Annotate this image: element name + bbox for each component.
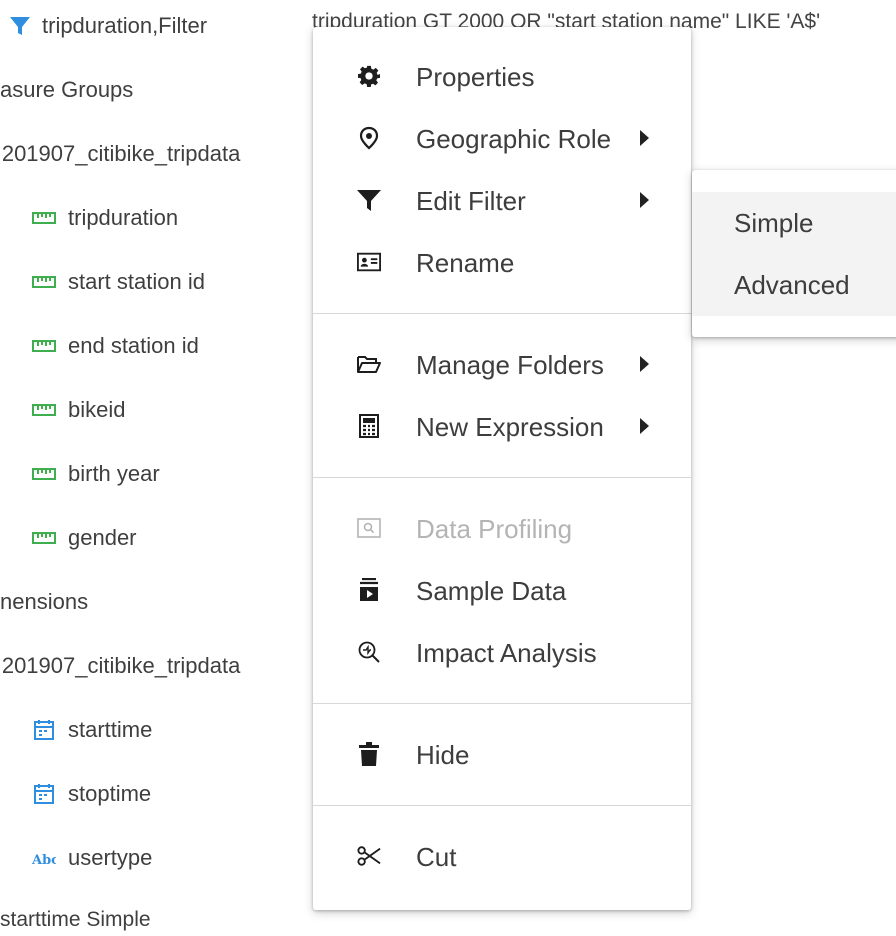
edit-filter-submenu: Simple Advanced <box>692 170 896 337</box>
dimensions-label: nensions <box>0 589 89 614</box>
ruler-icon <box>32 398 56 422</box>
filter-icon <box>8 14 32 38</box>
gear-icon <box>357 64 381 88</box>
menu-item-label: Manage Folders <box>416 350 604 380</box>
svg-text:Abc: Abc <box>32 853 56 866</box>
submenu-arrow-icon <box>640 418 649 434</box>
menu-item-edit-filter[interactable]: Edit Filter <box>313 173 691 227</box>
tree-partial-row[interactable]: starttime Simple <box>0 904 151 936</box>
tree-measure-table[interactable]: 201907_citibike_tripdata <box>0 138 241 170</box>
measure-label: gender <box>68 525 137 550</box>
tree-dimension-table[interactable]: 201907_citibike_tripdata <box>0 650 241 682</box>
menu-item-label: Impact Analysis <box>416 638 597 668</box>
submenu-arrow-icon <box>640 192 649 208</box>
measure-label: tripduration <box>68 205 179 230</box>
profiling-icon <box>357 516 381 540</box>
menu-item-data-profiling[interactable]: Data Profiling <box>313 501 691 555</box>
context-menu: Properties Geographic Role Edit Filter R… <box>313 27 691 910</box>
menu-item-label: Edit Filter <box>416 186 526 216</box>
menu-divider <box>313 477 691 478</box>
ruler-icon <box>32 270 56 294</box>
menu-item-cut[interactable]: Cut <box>313 829 691 883</box>
id-card-icon <box>357 250 381 274</box>
menu-item-label: Data Profiling <box>416 514 573 544</box>
menu-item-label: Rename <box>416 248 515 278</box>
submenu-arrow-icon <box>640 130 649 146</box>
partial-row-label: starttime Simple <box>0 908 151 931</box>
menu-item-new-expression[interactable]: New Expression <box>313 399 691 453</box>
ruler-icon <box>32 526 56 550</box>
text-type-icon: Abc <box>32 846 56 870</box>
measure-label: birth year <box>68 461 160 486</box>
measure-label: end station id <box>68 333 199 358</box>
zoom-analysis-icon <box>357 640 381 664</box>
tree-dimension-item[interactable]: Abc usertype <box>32 842 152 874</box>
menu-item-geographic-role[interactable]: Geographic Role <box>313 111 691 165</box>
menu-item-properties[interactable]: Properties <box>313 49 691 103</box>
tree-measure-item[interactable]: gender <box>32 522 137 554</box>
trash-icon <box>357 742 381 766</box>
menu-item-label: Properties <box>416 62 535 92</box>
tree-measure-item[interactable]: start station id <box>32 266 205 298</box>
menu-item-label: Hide <box>416 740 470 770</box>
submenu-item-advanced[interactable]: Advanced <box>692 254 896 316</box>
dimension-label: usertype <box>68 845 153 870</box>
map-pin-icon <box>357 126 381 150</box>
menu-item-manage-folders[interactable]: Manage Folders <box>313 337 691 391</box>
ruler-icon <box>32 206 56 230</box>
menu-item-hide[interactable]: Hide <box>313 727 691 781</box>
filter-row-label: tripduration,Filter <box>42 13 208 38</box>
tree-measure-item[interactable]: end station id <box>32 330 199 362</box>
menu-item-sample-data[interactable]: Sample Data <box>313 563 691 617</box>
ruler-icon <box>32 462 56 486</box>
submenu-item-label: Advanced <box>734 270 850 300</box>
menu-item-label: Sample Data <box>416 576 567 606</box>
submenu-item-label: Simple <box>734 208 814 238</box>
tree-measure-item[interactable]: birth year <box>32 458 160 490</box>
menu-divider <box>313 703 691 704</box>
submenu-item-simple[interactable]: Simple <box>692 192 896 254</box>
menu-item-impact-analysis[interactable]: Impact Analysis <box>313 625 691 679</box>
menu-divider <box>313 313 691 314</box>
menu-item-label: New Expression <box>416 412 604 442</box>
folder-open-icon <box>357 352 381 376</box>
tree-measure-item[interactable]: tripduration <box>32 202 178 234</box>
scissors-icon <box>357 844 381 868</box>
menu-item-label: Cut <box>416 842 457 872</box>
sample-data-icon <box>357 578 381 602</box>
submenu-arrow-icon <box>640 356 649 372</box>
dimension-table-label: 201907_citibike_tripdata <box>0 653 241 678</box>
measure-label: bikeid <box>68 397 126 422</box>
menu-divider <box>313 805 691 806</box>
menu-item-label: Geographic Role <box>416 124 612 154</box>
dimension-label: stoptime <box>68 781 152 806</box>
tree-filter-row[interactable]: tripduration,Filter <box>8 10 207 42</box>
tree-dimension-item[interactable]: stoptime <box>32 778 151 810</box>
tree-dimensions[interactable]: nensions <box>0 586 88 618</box>
measure-groups-label: asure Groups <box>0 77 134 102</box>
tree-measure-groups[interactable]: asure Groups <box>0 74 133 106</box>
measure-table-label: 201907_citibike_tripdata <box>0 141 241 166</box>
ruler-icon <box>32 334 56 358</box>
filter-icon <box>357 188 381 212</box>
dimension-label: starttime <box>68 717 153 742</box>
menu-item-rename[interactable]: Rename <box>313 235 691 289</box>
calendar-icon <box>32 718 56 742</box>
calendar-icon <box>32 782 56 806</box>
measure-label: start station id <box>68 269 205 294</box>
tree-dimension-item[interactable]: starttime <box>32 714 152 746</box>
calculator-icon <box>357 414 381 438</box>
tree-measure-item[interactable]: bikeid <box>32 394 125 426</box>
